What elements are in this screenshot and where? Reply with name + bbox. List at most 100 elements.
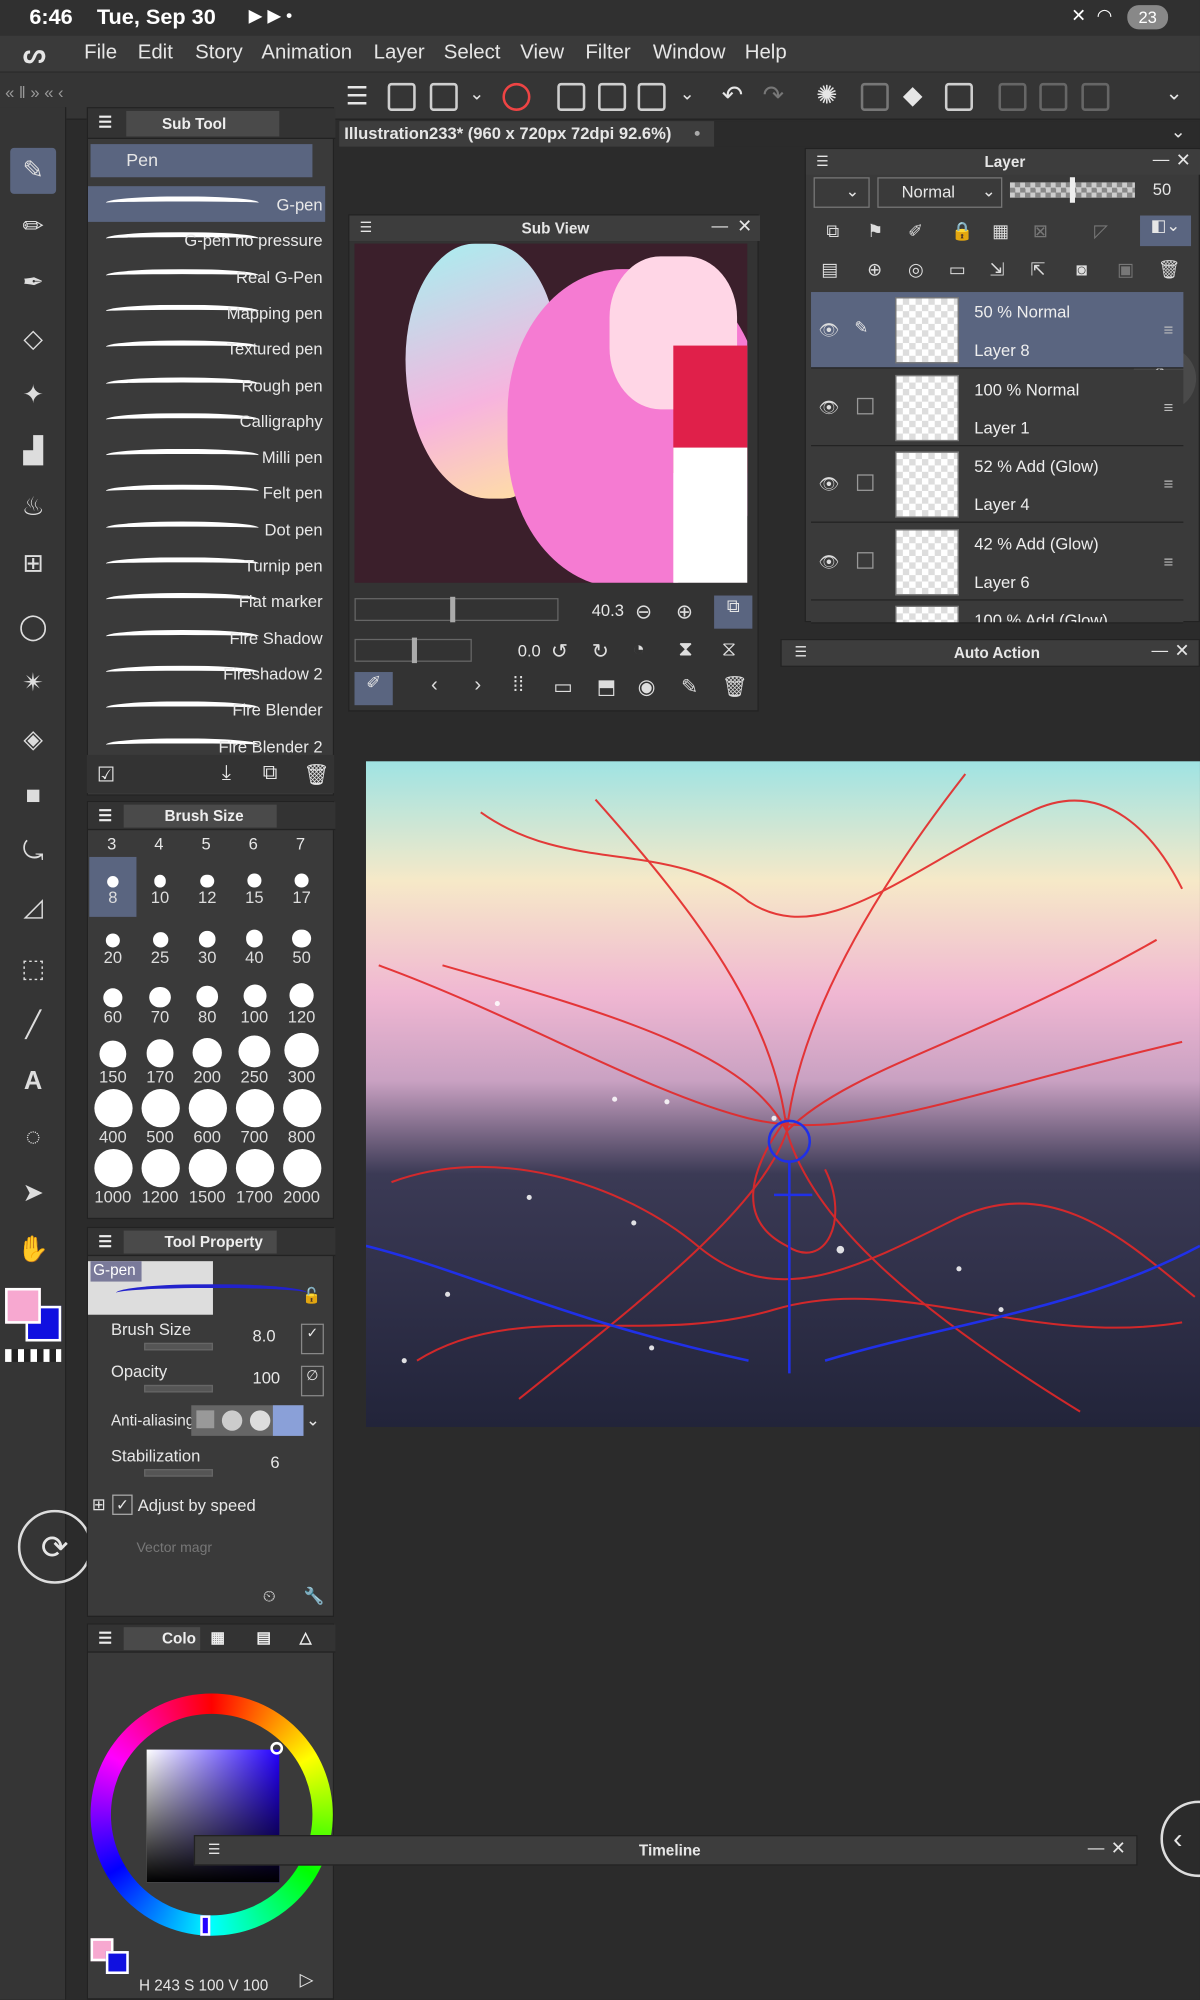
previous-icon[interactable]: ‹ xyxy=(431,675,438,698)
anti-aliasing-selector[interactable] xyxy=(191,1405,304,1436)
brush-size-preset[interactable]: 300 xyxy=(278,1033,325,1097)
brush-tool-icon[interactable]: ✒ xyxy=(10,260,56,306)
close-icon[interactable]: ✕ xyxy=(1176,149,1191,171)
color-set-tab-icon[interactable]: ▦ xyxy=(210,1628,224,1646)
brush-size-preset[interactable]: 1500 xyxy=(184,1148,231,1217)
pen-tool-icon[interactable]: ✎ xyxy=(10,147,57,194)
expand-icon[interactable]: ⊞ xyxy=(92,1495,106,1515)
brush-size-preset[interactable]: 50 xyxy=(278,917,325,977)
brush-size-preset[interactable]: 12 xyxy=(184,857,231,917)
brush-size-preset[interactable]: 1200 xyxy=(136,1148,183,1217)
brush-size-preset[interactable]: 30 xyxy=(184,917,231,977)
menu-animation[interactable]: Animation xyxy=(261,42,352,65)
wrench-icon[interactable]: 🔧 xyxy=(303,1586,324,1606)
clip-layer-icon[interactable]: ⧉ xyxy=(826,221,839,243)
brush-size-preset[interactable]: 100 xyxy=(231,977,278,1037)
object-select-icon[interactable]: ⬚ xyxy=(10,946,56,992)
app-logo-icon[interactable]: ᔕ xyxy=(23,38,46,70)
lock-transparency-icon[interactable]: ▦ xyxy=(992,221,1009,243)
brush-size-preset[interactable]: 25 xyxy=(136,917,183,977)
color-wheel-tab[interactable]: Colo xyxy=(123,1627,201,1651)
brush-size-preset[interactable]: 400 xyxy=(89,1089,136,1157)
sub-tool-item[interactable]: Milli pen xyxy=(88,439,325,475)
aa-strong-icon[interactable] xyxy=(272,1405,304,1436)
next-icon[interactable]: › xyxy=(474,675,481,698)
hand-tool-icon[interactable]: ✋ xyxy=(10,1227,56,1273)
brush-size-preset[interactable]: 2000 xyxy=(278,1148,325,1217)
brush-size-preset[interactable]: 20 xyxy=(89,917,136,977)
copy-tool-icon[interactable]: ⧉ xyxy=(263,763,278,786)
fit-view-icon[interactable]: ⧉ xyxy=(714,595,753,629)
brush-size-preset[interactable]: 800 xyxy=(278,1089,325,1157)
flip-horizontal-icon[interactable]: ⧗ xyxy=(678,639,692,662)
sub-tool-item[interactable]: Fire Shadow xyxy=(88,619,325,655)
aa-medium-icon[interactable] xyxy=(249,1410,271,1431)
minimize-icon[interactable]: — xyxy=(712,216,729,235)
intermediate-color-tab-icon[interactable]: ▤ xyxy=(256,1628,270,1646)
document-tab[interactable]: Illustration233* (960 x 720px 72dpi 92.6… xyxy=(339,121,715,147)
main-color-swatch[interactable] xyxy=(5,1287,41,1324)
brush-size-preset[interactable]: 40 xyxy=(231,917,278,977)
drag-handle-icon[interactable]: ≡ xyxy=(1164,552,1174,571)
layer-row[interactable]: 👁100 % Add (Glow)≡ xyxy=(811,600,1184,624)
ruler-icon[interactable]: ◸ xyxy=(1094,221,1108,243)
layer-property-icon[interactable]: ▤ xyxy=(821,259,838,281)
sub-tool-item[interactable]: Calligraphy xyxy=(88,403,325,439)
brush-size-preset[interactable]: 250 xyxy=(231,1035,278,1097)
brush-size-slider[interactable] xyxy=(144,1342,213,1351)
layer-row[interactable]: 👁 100 % Normal Layer 1 ≡ xyxy=(811,369,1184,446)
sub-tool-item[interactable]: G-pen no pressure xyxy=(88,222,325,258)
crop-icon[interactable] xyxy=(944,82,973,111)
new-vector-layer-icon[interactable]: ◎ xyxy=(908,259,924,281)
sub-color-mini[interactable] xyxy=(105,1951,129,1975)
close-icon[interactable]: ✕ xyxy=(1174,640,1189,662)
color-picker-handle[interactable] xyxy=(270,1741,284,1755)
opacity-value[interactable]: 100 xyxy=(252,1368,280,1387)
sub-tool-item[interactable]: Mapping pen xyxy=(88,294,325,330)
rotate-left-icon[interactable]: ↺ xyxy=(551,639,568,665)
edit-layer-icon[interactable]: ✎ xyxy=(854,318,868,338)
minimize-icon[interactable]: — xyxy=(1152,640,1169,659)
menu-layer[interactable]: Layer xyxy=(374,42,425,65)
brush-size-preset[interactable]: 8 xyxy=(89,856,137,917)
reference-layer-icon[interactable]: ⚑ xyxy=(867,221,883,243)
lock-icon[interactable]: 🔓 xyxy=(302,1287,321,1305)
rotation-slider-thumb[interactable] xyxy=(411,637,417,664)
layer-select-checkbox[interactable] xyxy=(856,474,874,491)
brush-size-preset[interactable]: 170 xyxy=(136,1037,183,1097)
minimize-icon[interactable]: — xyxy=(1153,149,1170,168)
sub-tool-item[interactable]: Flat marker xyxy=(88,583,325,619)
transfer-layer-icon[interactable]: ⇲ xyxy=(990,259,1005,281)
tool-settings-icon[interactable]: ☑ xyxy=(97,763,115,789)
eye-icon[interactable]: 👁 xyxy=(819,552,840,572)
chevron-down-icon[interactable]: ⌄ xyxy=(306,1410,320,1430)
sub-tool-item[interactable]: Fire Blender xyxy=(88,691,325,727)
approximate-color-tab-icon[interactable]: △ xyxy=(300,1628,312,1646)
ruler-tool-icon[interactable]: ◿ xyxy=(10,885,56,931)
menu-edit[interactable]: Edit xyxy=(138,42,173,65)
brush-size-preset[interactable]: 17 xyxy=(278,857,325,917)
brush-size-preset[interactable]: 10 xyxy=(136,857,183,917)
selection-border-icon[interactable] xyxy=(1081,82,1110,111)
undo-icon[interactable]: ↶ xyxy=(722,79,743,111)
import-icon[interactable]: ⤓ xyxy=(222,763,231,786)
drag-handle-icon[interactable]: ≡ xyxy=(1164,320,1174,339)
sub-tool-title[interactable]: Sub Tool xyxy=(126,110,280,137)
import-image-icon[interactable]: ⬒ xyxy=(597,675,616,701)
pen-group-tab[interactable]: Pen xyxy=(90,144,313,178)
layer-mask-icon[interactable]: ◙ xyxy=(1076,259,1087,279)
select-clear-icon[interactable] xyxy=(998,82,1027,111)
sub-tool-item[interactable]: Felt pen xyxy=(88,475,325,511)
move-tool-icon[interactable]: ➤ xyxy=(10,1171,56,1217)
text-tool-icon[interactable]: A xyxy=(10,1058,56,1104)
layer-select-checkbox[interactable] xyxy=(856,397,874,414)
merge-layer-icon[interactable]: ⇱ xyxy=(1030,259,1045,281)
brush-size-preset[interactable]: 80 xyxy=(184,977,231,1037)
play-icon[interactable]: ▷ xyxy=(300,1969,314,1991)
zoom-in-icon[interactable]: ⊕ xyxy=(676,599,693,625)
magic-wand-icon[interactable]: ✴ xyxy=(10,661,56,707)
sparkle-tool-icon[interactable]: ✦ xyxy=(10,372,56,418)
layer-color-icon[interactable]: ◧⌄ xyxy=(1140,215,1192,247)
panel-menu-icon[interactable]: ☰ xyxy=(816,153,829,169)
transparent-color-swatch[interactable] xyxy=(5,1349,62,1362)
